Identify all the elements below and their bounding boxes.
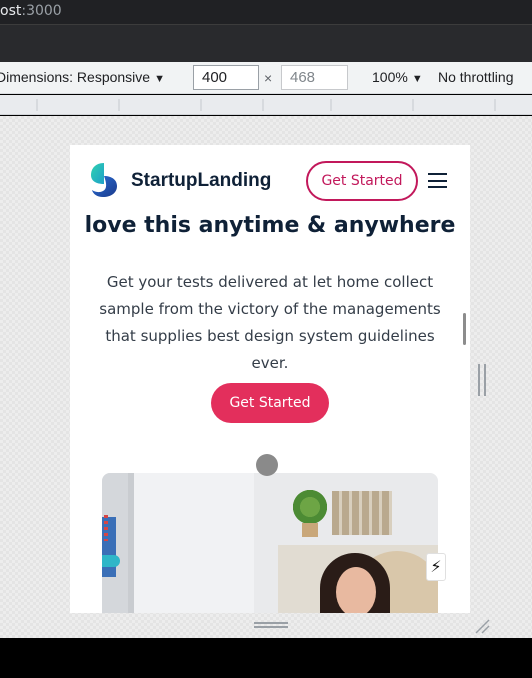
page-scrollbar[interactable] (463, 313, 466, 345)
browser-toolbar (0, 24, 532, 62)
media-query-ruler[interactable] (0, 95, 532, 115)
device-viewport: StartupLanding Get Started love this any… (70, 145, 470, 613)
lightning-icon[interactable]: ⚡ (426, 553, 446, 581)
photo-wall (134, 473, 254, 613)
resize-handle-right[interactable] (478, 364, 486, 396)
address-bar[interactable]: ost:3000 (0, 0, 532, 24)
ruler-tick (262, 99, 264, 111)
menu-bar (428, 173, 447, 175)
ruler-tick (330, 99, 332, 111)
photo-person-face (336, 567, 376, 613)
dimensions-dropdown[interactable]: Dimensions: Responsive ▼ (0, 69, 165, 85)
nav-get-started-button[interactable]: Get Started (306, 161, 418, 201)
photo-chart-marks (104, 515, 108, 541)
dimensions-label: Dimensions: Responsive (0, 69, 151, 85)
url-port: :3000 (21, 3, 62, 19)
ruler-tick (118, 99, 120, 111)
startup-logo-icon[interactable] (89, 162, 119, 198)
photo-pot (302, 523, 318, 537)
height-input[interactable]: 468 (281, 65, 348, 90)
width-input[interactable]: 400 (193, 65, 259, 90)
chevron-down-icon: ▼ (154, 73, 165, 85)
resize-corner-icon[interactable] (474, 618, 490, 634)
zoom-label: 100% (372, 69, 408, 85)
photo-plant (290, 487, 330, 527)
dimension-separator: × (264, 70, 273, 86)
throttling-label: No throttling (438, 69, 514, 85)
ruler-tick (412, 99, 414, 111)
device-toolbar: Dimensions: Responsive ▼ 400 × 468 100% ▼ … (0, 62, 532, 94)
menu-bar (428, 179, 447, 182)
hero-image (102, 473, 438, 613)
chevron-down-icon: ▼ (411, 73, 423, 85)
photo-cyan-object (102, 555, 120, 567)
ruler-tick (494, 99, 496, 111)
hamburger-menu-icon[interactable] (428, 173, 447, 188)
ruler-tick (200, 99, 202, 111)
resize-handle-bottom[interactable] (254, 622, 288, 628)
brand-name[interactable]: StartupLanding (131, 170, 271, 192)
drag-cursor-dot (256, 454, 278, 476)
ruler-tick (36, 99, 38, 111)
hero-headline: love this anytime & anywhere (84, 213, 456, 238)
throttling-dropdown[interactable]: No throttling (438, 69, 513, 85)
photo-books (332, 491, 392, 535)
url-host: ost (0, 3, 22, 19)
hero-description: Get your tests delivered at let home col… (99, 273, 441, 372)
zoom-dropdown[interactable]: 100% ▼ (372, 69, 423, 85)
menu-bar (428, 186, 447, 188)
site-header: StartupLanding Get Started (70, 145, 470, 217)
hero-get-started-button[interactable]: Get Started (211, 383, 329, 423)
